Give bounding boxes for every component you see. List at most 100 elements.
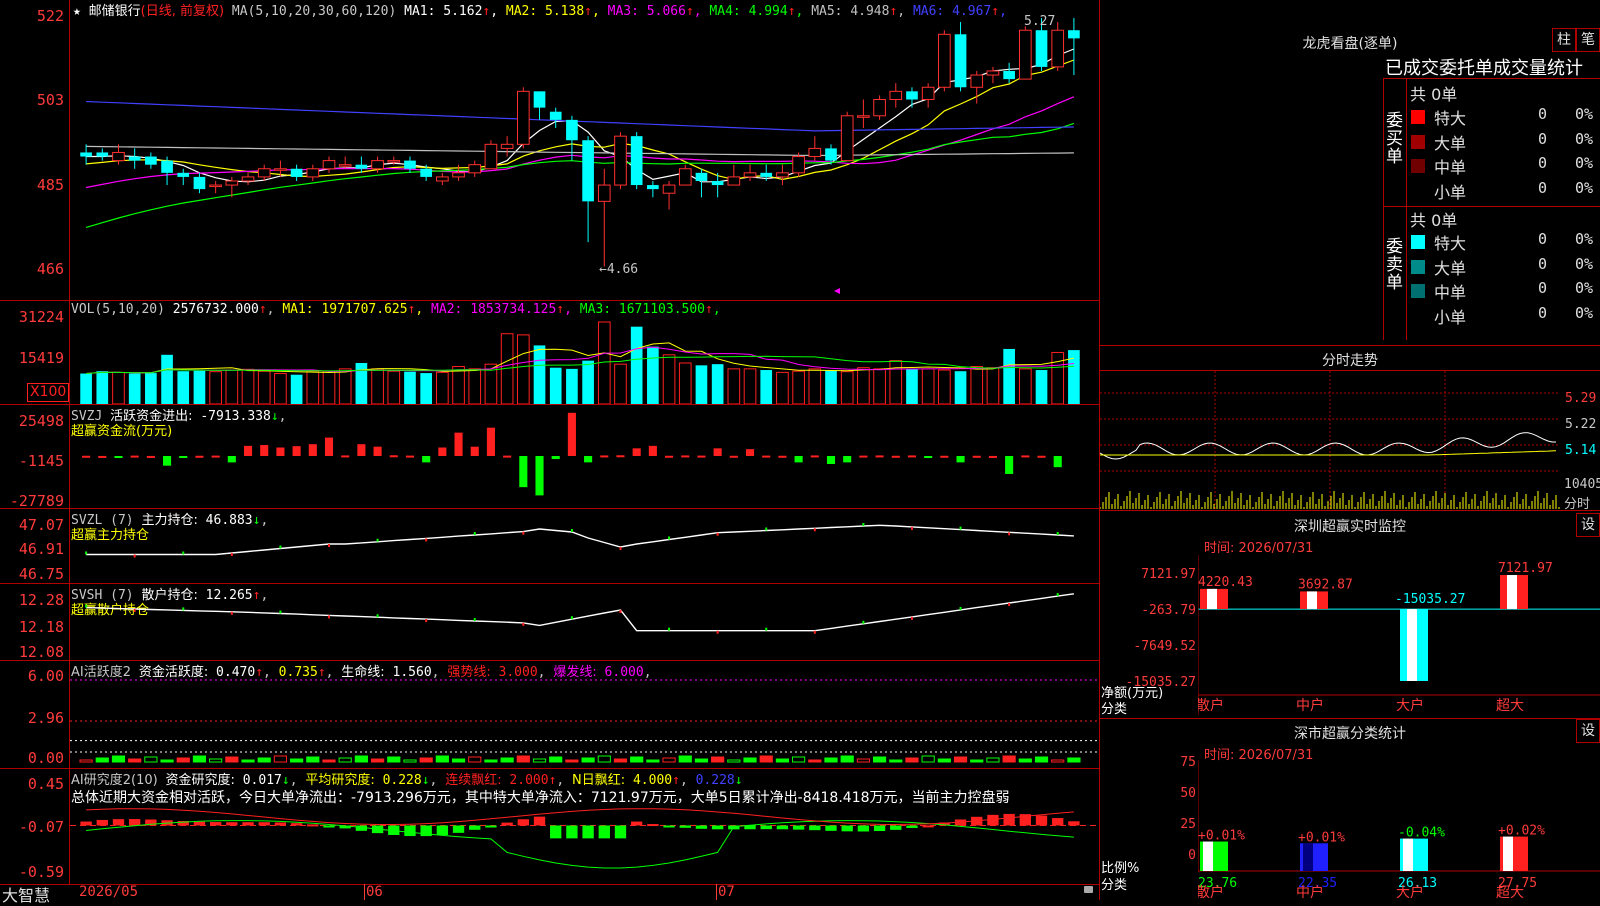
candle-down [96,152,109,157]
volume-bar [420,373,432,404]
volume-bar [1051,351,1065,404]
svzl-tick: 47.07 [18,516,64,534]
research-bar [857,825,870,832]
stats-category-label: 超大 [1496,885,1524,900]
stats-tick: 50 [1180,786,1196,801]
candle-up [776,172,789,178]
flow-bar [956,455,965,463]
flow-bar [308,444,317,456]
vol-ma-arrow: ↑ [407,302,416,317]
row-name: 特大 [1434,234,1467,253]
activity-bar [468,756,482,763]
research-bar [841,825,853,832]
volume-bar [306,371,320,404]
research-bar [873,825,886,832]
candle-down [193,176,206,190]
flow-bar [762,455,771,458]
volume-bar [404,371,416,404]
candle-up [662,184,676,194]
price-tick: 485 [36,176,64,194]
stats-change-label: -0.04% [1398,826,1445,841]
volume-bar [516,334,530,404]
research-bar [695,825,708,829]
volume-bar [614,363,627,404]
research-bar [1052,818,1064,826]
candle-up [225,180,239,186]
activity-bar [516,755,530,763]
volume-bar [468,368,482,404]
candle-down [145,156,157,165]
activity-bar [646,759,660,763]
research-bar [663,825,675,828]
svzl-tick: 46.91 [18,540,64,558]
volume-bar [193,370,206,404]
monitor-bar-highlight [1307,591,1317,610]
svsh-tick: 12.08 [18,643,64,661]
flow-bar [470,446,479,456]
research-bar [436,825,449,836]
volume-bar [776,371,789,404]
monitor-category-label: 中户 [1296,697,1324,714]
candle-up [322,160,336,170]
vol-title: VOL(5,10,20) [71,302,165,317]
research-bar [809,825,821,831]
activity-bar [597,755,611,763]
stats-category-label: 大户 [1396,884,1424,900]
flow-bar [551,455,560,460]
candle-up [387,160,401,163]
flow-bar [82,455,91,458]
row-percent: 0% [1575,105,1594,123]
volume-bar [582,360,594,404]
monitor-tick: -263.79 [1141,603,1196,618]
activity-bar [775,758,790,763]
candle-up [873,98,886,117]
vol-ma-number: 1971707.625 [321,302,408,317]
row-name: 小单 [1434,182,1467,202]
activity-bar [759,755,773,763]
candle-up [614,135,627,186]
flow-bar [324,437,334,456]
main-chart-area[interactable]: ★ 邮储银行(日线, 前复权) MA(5,10,20,30,60,120) MA… [0,0,1100,905]
volume-chart [80,321,1080,404]
volume-bar [177,371,190,404]
flow-bar [130,455,139,458]
monitor-category-label: 大户 [1396,697,1424,714]
activity-bar [1067,757,1081,763]
sell-label: 委卖单 [1386,237,1403,293]
volume-bar [290,374,303,404]
flow-bar [292,446,301,456]
dragon-title: 龙虎看盘(逐单) [1302,36,1398,52]
vol-unit-button[interactable]: X100 [27,383,70,402]
fenshi-title: 分时走势 [1322,353,1378,369]
research-line-red [86,808,1074,826]
activity-bar [581,757,595,763]
vol-ma-3: MA3: 1671103.500↑, [579,302,721,317]
candle-down [177,172,190,177]
flow-bar [729,455,738,458]
stats-settings-button[interactable]: 设 [1576,719,1600,743]
tick-view-button[interactable]: 笔 [1576,28,1600,52]
activity-bar [921,755,935,763]
activity-bar [387,756,401,763]
volume-bar [840,371,854,404]
activity-bar [79,759,93,763]
date-tick-mark [716,884,717,900]
activity-bar [856,758,870,763]
low-price-note: ←4.66 [599,262,639,277]
intraday-chart[interactable] [1100,371,1560,509]
research-bar [501,822,513,826]
lock-icon[interactable] [1084,886,1093,893]
activity-bar [532,758,547,763]
research-bar [80,821,92,826]
monitor-settings-button[interactable]: 设 [1576,513,1600,537]
research-bar [307,824,319,827]
activity-bar [354,755,368,763]
candle-up [921,86,935,100]
svsh-chart [85,593,1074,634]
research-bar [242,822,254,826]
column-view-button[interactable]: 柱 [1552,28,1576,52]
volume-bar [1035,370,1048,404]
flow-bar [373,446,382,456]
flow-bar [924,455,933,458]
candlestick-chart[interactable] [70,14,1100,299]
